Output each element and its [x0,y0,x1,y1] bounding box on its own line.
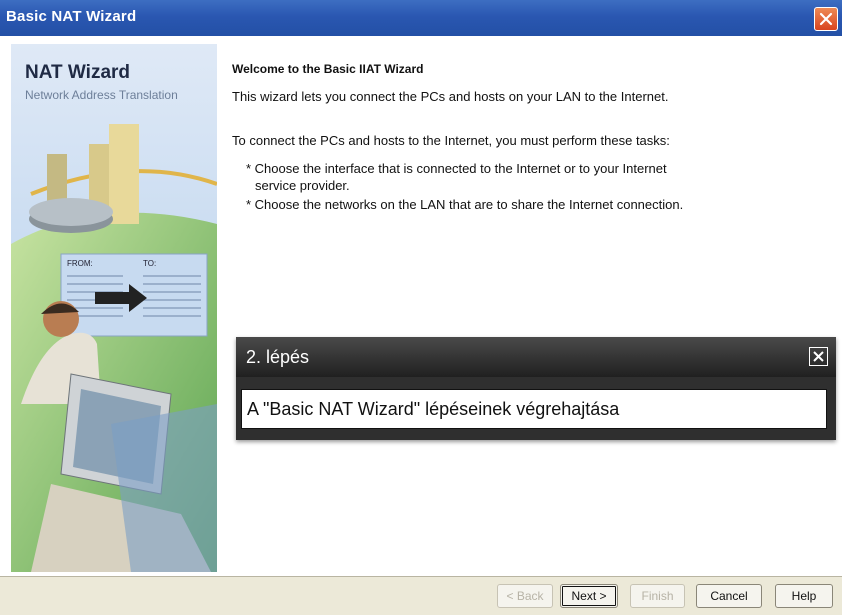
wizard-window: Basic NAT Wizard FROM: TO: NAT Wizard Ne… [0,0,842,615]
nat-illustration: FROM: TO: [11,44,217,572]
task-bullet-1: * Choose the interface that is connected… [246,161,667,176]
step-popup-text: A "Basic NAT Wizard" lépéseinek végrehaj… [247,399,620,419]
task-bullet-2: * Choose the networks on the LAN that ar… [246,197,684,212]
window-title: Basic NAT Wizard [6,8,137,25]
step-popup-close-button[interactable] [809,347,828,366]
step-popup-title: 2. lépés [246,347,310,367]
intro-text: This wizard lets you connect the PCs and… [232,89,669,104]
close-icon [819,12,833,26]
close-icon [813,351,824,362]
sidebar-subtitle: Network Address Translation [25,88,178,102]
title-bar: Basic NAT Wizard [0,0,842,36]
tasks-intro-text: To connect the PCs and hosts to the Inte… [232,133,670,148]
window-close-button[interactable] [814,7,838,31]
welcome-heading: Welcome to the Basic IIAT Wizard [232,62,424,76]
finish-button[interactable]: Finish [630,584,685,608]
task-bullet-1-cont: service provider. [255,178,350,193]
cancel-button[interactable]: Cancel [696,584,762,608]
next-button[interactable]: Next > [560,584,618,608]
step-popup-header [236,337,836,377]
back-button[interactable]: < Back [497,584,553,608]
table-header-to: TO: [143,259,156,268]
table-header-from: FROM: [67,259,93,268]
help-button[interactable]: Help [775,584,833,608]
sidebar-title: NAT Wizard [25,62,131,83]
